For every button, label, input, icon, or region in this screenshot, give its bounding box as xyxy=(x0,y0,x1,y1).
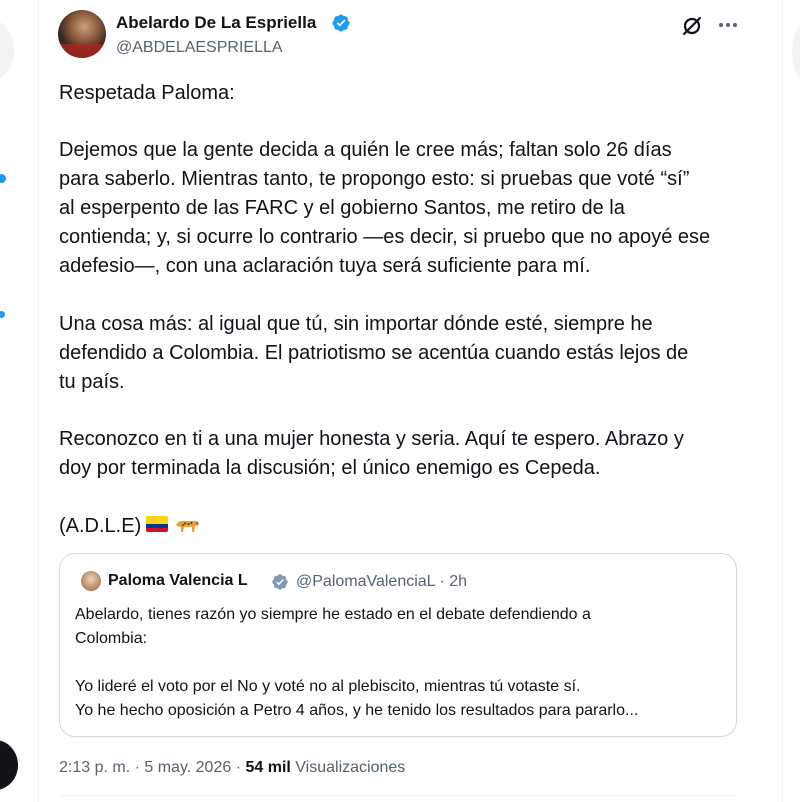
quoted-text-line: Yo he hecho oposición a Petro 4 años, y … xyxy=(75,702,639,719)
tweet-text-line: adefesio—, con una aclaración tuya será … xyxy=(59,255,591,277)
quoted-handle-time: @PalomaValenciaL · 2h xyxy=(296,573,467,590)
quoted-text-line: Abelardo, tienes razón yo siempre he est… xyxy=(75,606,591,623)
post-button[interactable] xyxy=(0,740,18,790)
colombia-flag-icon xyxy=(146,516,168,532)
quoted-tweet[interactable]: Paloma Valencia L @PalomaValenciaL · 2h … xyxy=(59,553,737,737)
tweet-text-line: al esperpento de las FARC y el gobierno … xyxy=(59,197,625,219)
tweet-text-line: doy por terminada la discusión; el único… xyxy=(59,457,601,479)
tweet-text-line: Reconozco en ti a una mujer honesta y se… xyxy=(59,428,684,450)
more-options-icon[interactable] xyxy=(718,22,738,28)
separator: · xyxy=(235,759,242,776)
tweet-text-line: para saberlo. Mientras tanto, te propong… xyxy=(59,168,690,190)
tweet-text-signature: (A.D.L.E) xyxy=(59,515,142,537)
tweet-text-line: Respetada Paloma: xyxy=(59,82,235,104)
tweet-text-line: tu país. xyxy=(59,371,125,393)
tweet-text-line: defendido a Colombia. El patriotismo se … xyxy=(59,342,689,364)
tweet-metadata: 2:13 p. m. · 5 may. 2026 · 54 mil Visual… xyxy=(59,759,405,777)
tweet-text-line: contienda; y, si ocurre lo contrario —es… xyxy=(59,226,711,248)
views-count[interactable]: 54 mil xyxy=(245,759,290,776)
notification-dot xyxy=(0,174,6,183)
notification-dot xyxy=(0,311,5,318)
tweet-text-line: Una cosa más: al igual que tú, sin impor… xyxy=(59,313,653,335)
verified-badge-icon xyxy=(332,14,350,32)
grok-icon[interactable] xyxy=(681,15,703,37)
quoted-avatar xyxy=(81,571,101,591)
divider xyxy=(59,795,737,796)
verified-badge-icon xyxy=(272,574,288,590)
left-sidebar-strip xyxy=(0,0,38,802)
author-handle[interactable]: @ABDELAESPRIELLA xyxy=(116,39,283,57)
views-label: Visualizaciones xyxy=(295,759,406,776)
author-name[interactable]: Abelardo De La Espriella xyxy=(116,13,316,33)
right-sidebar-strip xyxy=(783,0,800,802)
leopard-icon xyxy=(176,520,199,532)
avatar[interactable] xyxy=(58,10,106,58)
column-divider-left xyxy=(38,0,39,802)
tweet-text-line: Dejemos que la gente decida a quién le c… xyxy=(59,139,672,161)
quoted-author-name: Paloma Valencia L xyxy=(108,572,248,589)
quoted-text-line: Yo lideré el voto por el No y voté no al… xyxy=(75,678,581,695)
quoted-text-line: Colombia: xyxy=(75,630,148,647)
sidebar-nav-shadow xyxy=(0,20,14,80)
timestamp-link[interactable]: 2:13 p. m. · 5 may. 2026 xyxy=(59,759,231,776)
